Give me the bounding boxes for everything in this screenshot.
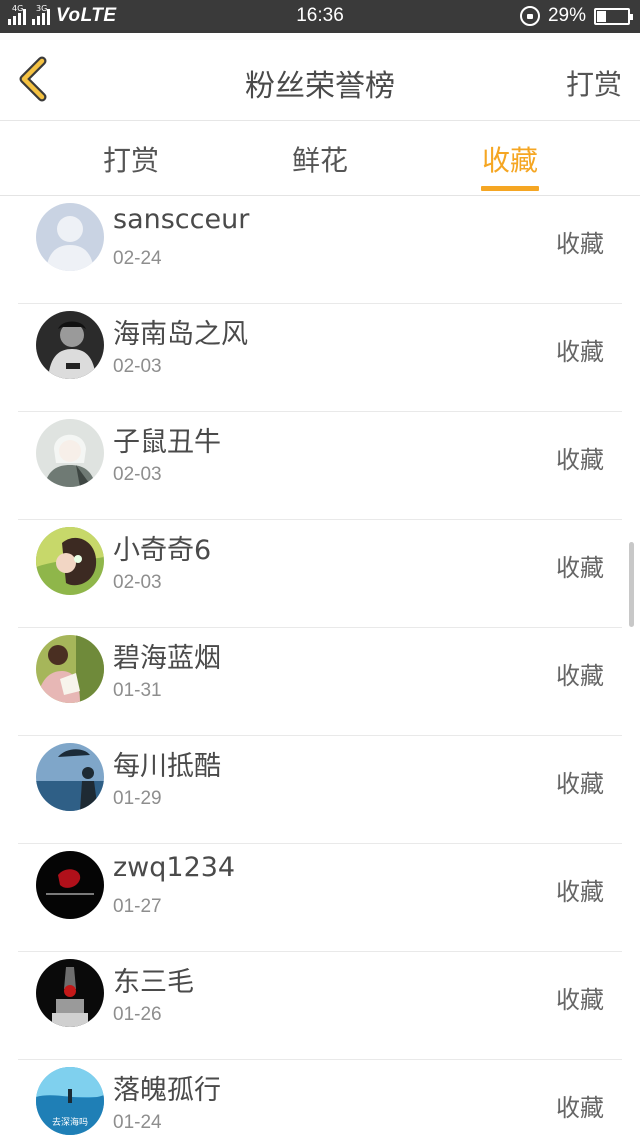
avatar	[36, 311, 104, 379]
list-item[interactable]: 子鼠丑牛 02-03 收藏	[0, 412, 640, 520]
avatar	[36, 959, 104, 1027]
list-item[interactable]: zwq1234 01-27 收藏	[0, 844, 640, 952]
user-date: 02-03	[113, 356, 162, 377]
favorite-label: 收藏	[556, 770, 604, 798]
user-date: 02-24	[113, 248, 162, 269]
user-name: zwq1234	[113, 852, 236, 883]
avatar	[36, 203, 104, 271]
tab-favorites[interactable]: 收藏	[482, 139, 538, 179]
avatar-caption: 去深海吗	[52, 1116, 88, 1128]
user-date: 02-03	[113, 572, 162, 593]
avatar: 去深海吗	[36, 1067, 104, 1135]
favorite-label: 收藏	[556, 446, 604, 474]
avatar	[36, 635, 104, 703]
user-date: 01-26	[113, 1004, 162, 1025]
user-name: 小奇奇6	[113, 535, 212, 566]
favorite-label: 收藏	[556, 986, 604, 1014]
favorite-label: 收藏	[556, 1094, 604, 1122]
tab-bar: 打赏 鲜花 收藏	[0, 121, 640, 196]
status-right: 29%	[519, 5, 633, 27]
user-name: 子鼠丑牛	[113, 427, 221, 458]
list-item[interactable]: 东三毛 01-26 收藏	[0, 952, 640, 1060]
favorite-label: 收藏	[556, 230, 604, 258]
favorite-label: 收藏	[556, 338, 604, 366]
avatar	[36, 743, 104, 811]
user-date: 01-31	[113, 680, 162, 701]
rotation-lock-icon	[519, 6, 540, 26]
avatar	[36, 527, 104, 595]
user-date: 02-03	[113, 464, 162, 485]
user-name: 每川抵酷	[113, 751, 221, 782]
user-date: 01-24	[113, 1112, 162, 1133]
user-name: sanscceur	[113, 204, 250, 235]
list-item[interactable]: 小奇奇6 02-03 收藏	[0, 520, 640, 628]
list-item[interactable]: 碧海蓝烟 01-31 收藏	[0, 628, 640, 736]
user-name: 落魄孤行	[113, 1075, 221, 1106]
status-bar: 4G 3G VoLTE 16:36 29%	[0, 0, 640, 33]
battery-icon	[594, 7, 633, 25]
scrollbar[interactable]	[629, 542, 634, 627]
avatar	[36, 851, 104, 919]
active-tab-indicator	[481, 186, 539, 191]
favorite-label: 收藏	[556, 554, 604, 582]
list-item[interactable]: sanscceur 02-24 收藏	[0, 196, 640, 304]
favorite-label: 收藏	[556, 878, 604, 906]
user-name: 碧海蓝烟	[113, 643, 221, 674]
user-date: 01-29	[113, 788, 162, 809]
page-title: 粉丝荣誉榜	[245, 69, 395, 104]
list-item[interactable]: 每川抵酷 01-29 收藏	[0, 736, 640, 844]
fan-list[interactable]: sanscceur 02-24 收藏 海南岛之风 02-03 收藏 子鼠丑牛 0…	[0, 196, 640, 1138]
user-date: 01-27	[113, 896, 162, 917]
user-name: 东三毛	[113, 967, 194, 998]
battery-percent: 29%	[547, 5, 586, 26]
tab-reward[interactable]: 打赏	[103, 139, 159, 179]
favorite-label: 收藏	[556, 662, 604, 690]
list-item[interactable]: 去深海吗 落魄孤行 01-24 收藏	[0, 1060, 640, 1138]
list-item[interactable]: 海南岛之风 02-03 收藏	[0, 304, 640, 412]
user-name: 海南岛之风	[113, 319, 248, 350]
tab-flowers[interactable]: 鲜花	[292, 139, 348, 179]
reward-button[interactable]: 打赏	[566, 63, 622, 103]
avatar	[36, 419, 104, 487]
app-header: 粉丝荣誉榜 打赏	[0, 33, 640, 121]
